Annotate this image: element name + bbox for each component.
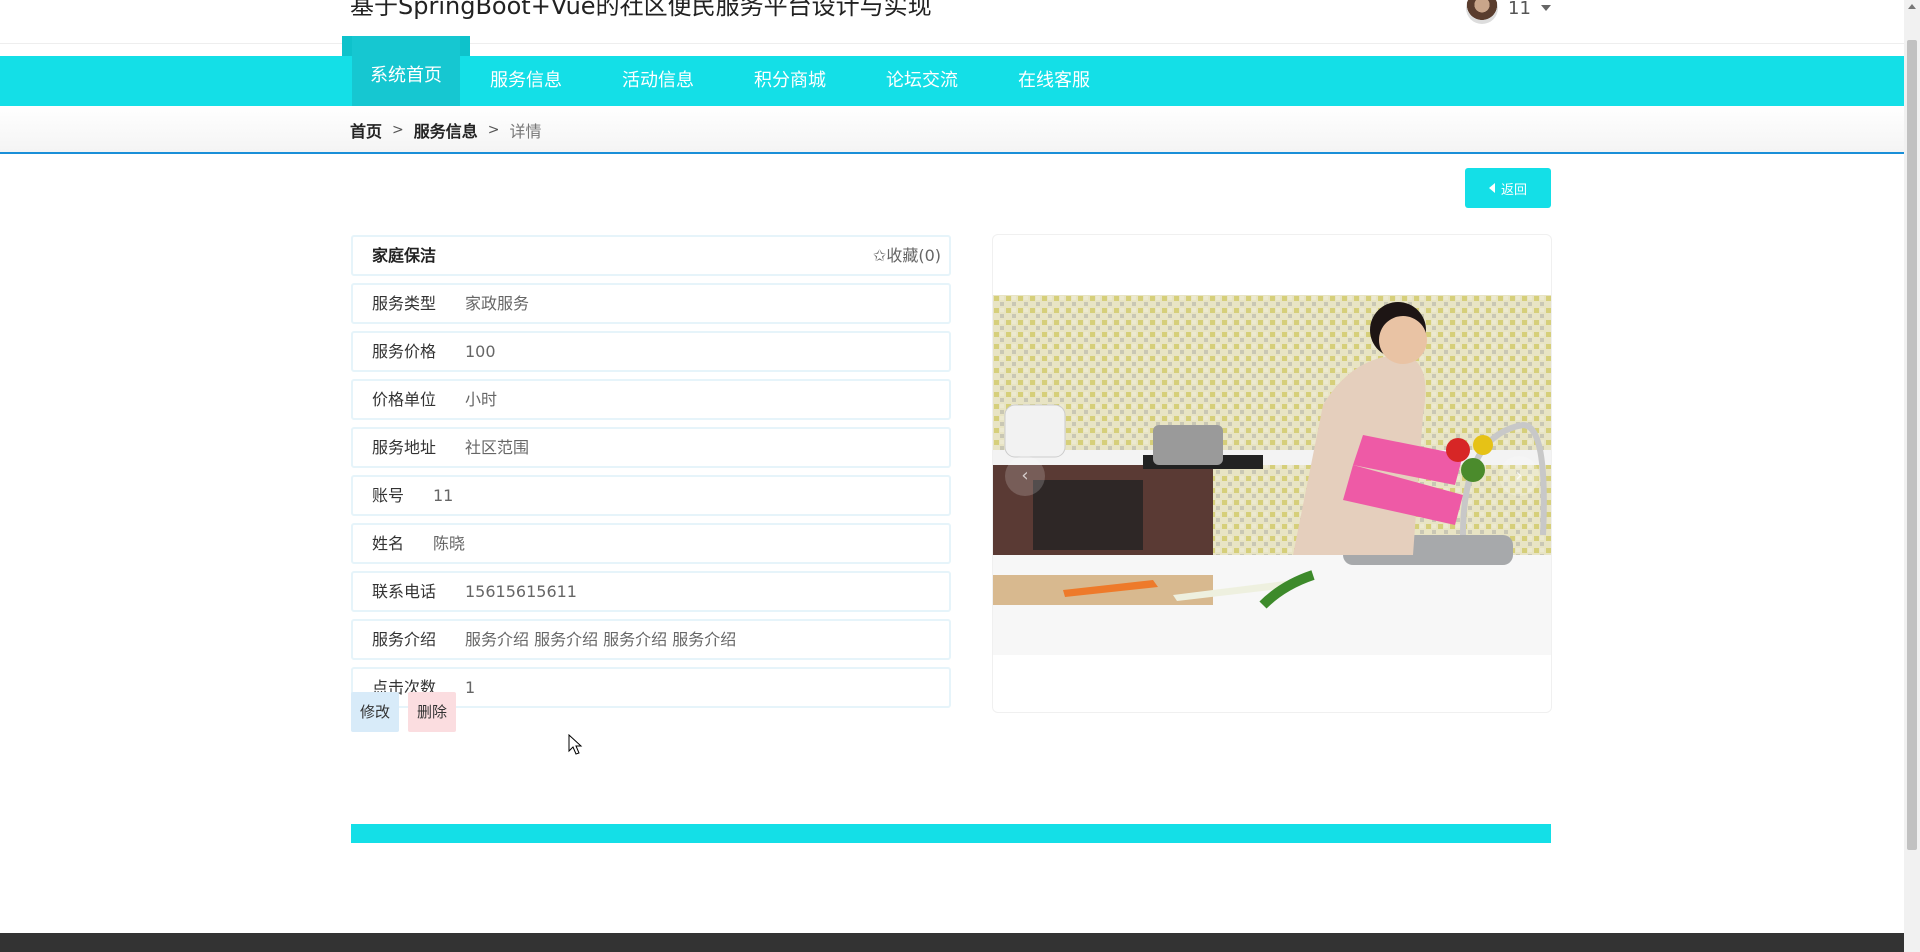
page: 基于SpringBoot+Vue的社区便民服务平台设计与实现 11 系统首页 服…: [0, 0, 1904, 952]
nav-item-home[interactable]: 系统首页: [352, 36, 460, 116]
field-label: 价格单位: [372, 390, 437, 409]
field-value: 1: [465, 678, 476, 697]
breadcrumb-bar: [0, 106, 1904, 154]
detail-row-account: 账号 11: [351, 475, 951, 516]
service-detail: 家庭保洁 ✩收藏(0) 服务类型 家政服务 服务价格 100 价格单位 小时 服…: [351, 235, 951, 715]
detail-row-phone: 联系电话 15615615611: [351, 571, 951, 612]
avatar[interactable]: [1466, 0, 1498, 24]
detail-row-description: 服务介绍 服务介绍 服务介绍 服务介绍 服务介绍: [351, 619, 951, 660]
image-carousel: ‹ ›: [992, 234, 1552, 713]
carousel-prev-arrow[interactable]: ‹: [1005, 456, 1045, 496]
breadcrumb-separator: >: [487, 122, 500, 138]
caret-left-icon: [1488, 183, 1495, 193]
field-value: 小时: [465, 390, 498, 409]
field-value: 社区范围: [465, 438, 530, 457]
field-value: 15615615611: [465, 582, 577, 601]
back-button-label: 返回: [1500, 182, 1527, 198]
scrollbar-thumb[interactable]: [1907, 40, 1917, 850]
field-value: 服务介绍 服务介绍 服务介绍 服务介绍: [465, 630, 737, 649]
field-label: 联系电话: [372, 582, 437, 601]
scroll-up-icon[interactable]: [1908, 4, 1916, 9]
nav-item-support[interactable]: 在线客服: [1018, 56, 1090, 106]
service-photo-illustration: [993, 295, 1551, 655]
field-value: 100: [465, 342, 496, 361]
breadcrumb-separator: >: [392, 122, 404, 138]
detail-row-price-unit: 价格单位 小时: [351, 379, 951, 420]
mouse-cursor-icon: [568, 734, 583, 755]
breadcrumb-current: 详情: [509, 122, 542, 141]
field-label: 服务地址: [372, 438, 437, 457]
detail-row-service-type: 服务类型 家政服务: [351, 283, 951, 324]
header-divider: [0, 43, 1904, 44]
chevron-down-icon[interactable]: [1540, 5, 1551, 11]
service-title: 家庭保洁: [372, 246, 437, 265]
vertical-scrollbar[interactable]: [1904, 0, 1920, 952]
field-label: 账号: [372, 486, 405, 505]
detail-row-name: 姓名 陈晓: [351, 523, 951, 564]
edit-button[interactable]: 修改: [351, 692, 400, 732]
back-button[interactable]: 返回: [1465, 168, 1551, 208]
user-menu[interactable]: 11: [1466, 0, 1551, 24]
detail-title-row: 家庭保洁 ✩收藏(0): [351, 235, 951, 276]
nav-item-services[interactable]: 服务信息: [490, 56, 562, 106]
delete-button[interactable]: 删除: [408, 692, 457, 732]
footer: [0, 933, 1904, 952]
field-value: 陈晓: [433, 534, 466, 553]
nav-item-points-mall[interactable]: 积分商城: [754, 56, 826, 106]
detail-row-address: 服务地址 社区范围: [351, 427, 951, 468]
content-divider-bar: [351, 824, 1551, 843]
site-title: 基于SpringBoot+Vue的社区便民服务平台设计与实现: [350, 0, 932, 20]
field-label: 姓名: [372, 534, 405, 553]
detail-row-price: 服务价格 100: [351, 331, 951, 372]
field-value: 家政服务: [465, 294, 530, 313]
field-value: 11: [433, 486, 454, 505]
nav-item-forum[interactable]: 论坛交流: [886, 56, 958, 106]
carousel-next-arrow[interactable]: ›: [1499, 456, 1539, 496]
nav-item-activities[interactable]: 活动信息: [622, 56, 694, 106]
breadcrumb: 首页 > 服务信息 > 详情: [350, 118, 542, 142]
service-photo: ‹ ›: [993, 295, 1551, 655]
field-label: 服务介绍: [372, 630, 437, 649]
breadcrumb-home[interactable]: 首页: [350, 118, 382, 142]
breadcrumb-services[interactable]: 服务信息: [414, 118, 478, 142]
favorite-button[interactable]: ✩收藏(0): [873, 237, 941, 274]
user-name[interactable]: 11: [1508, 0, 1531, 19]
field-label: 服务价格: [372, 342, 437, 361]
field-label: 服务类型: [372, 294, 437, 313]
